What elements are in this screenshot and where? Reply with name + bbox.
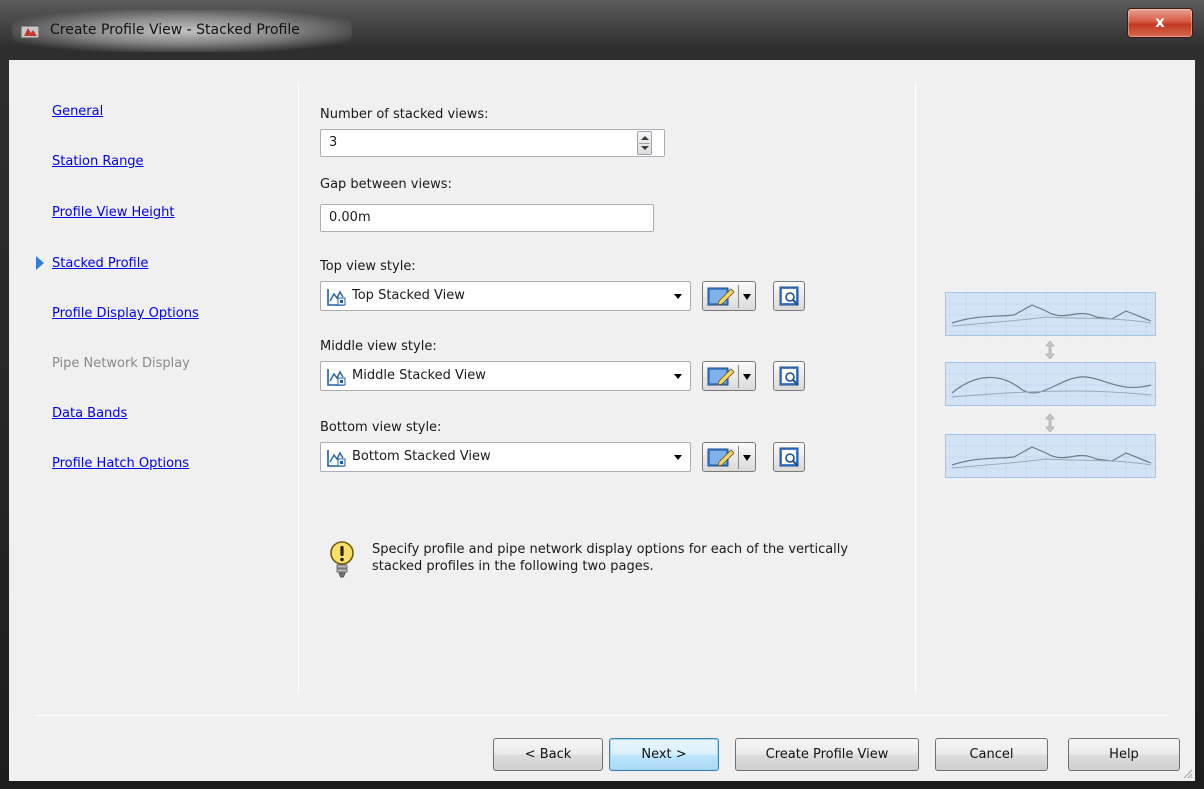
close-button[interactable]: x [1127, 8, 1193, 38]
dialog-window: Create Profile View - Stacked Profile x … [0, 0, 1204, 789]
edit-style-icon [707, 287, 735, 306]
split-separator [738, 446, 739, 469]
gap-input[interactable]: 0.00m [320, 204, 654, 232]
current-page-arrow-icon [36, 256, 44, 270]
nav-item-station-range[interactable]: Station Range [52, 154, 144, 169]
nav-item-profile-hatch-options[interactable]: Profile Hatch Options [52, 456, 189, 471]
create-profile-view-button[interactable]: Create Profile View [735, 738, 919, 771]
chevron-down-icon[interactable] [674, 455, 682, 460]
bottom-style-value: Bottom Stacked View [352, 449, 491, 464]
title-bar[interactable]: Create Profile View - Stacked Profile x [0, 0, 1204, 60]
back-button[interactable]: < Back [493, 738, 603, 771]
stacked-count-spinner[interactable] [637, 131, 652, 155]
nav-separator [298, 82, 299, 694]
bottom-style-label: Bottom view style: [320, 420, 442, 435]
edit-style-icon [707, 367, 735, 386]
help-button[interactable]: Help [1068, 738, 1180, 771]
chevron-down-icon[interactable] [743, 374, 751, 380]
tip-text: Specify profile and pipe network display… [372, 542, 849, 574]
bottom-view-preview [945, 434, 1157, 479]
chevron-down-icon[interactable] [674, 374, 682, 379]
chevron-down-icon[interactable] [674, 294, 682, 299]
middle-style-select[interactable]: Middle Stacked View [320, 361, 691, 391]
vertical-arrows-icon [1045, 341, 1055, 359]
nav-item-general[interactable]: General [52, 104, 103, 119]
profile-preview-graphic [946, 293, 1157, 337]
lightbulb-icon [330, 541, 354, 578]
stacked-count-input[interactable]: 3 [320, 129, 665, 157]
top-style-select[interactable]: Top Stacked View [320, 281, 691, 311]
bottom-style-edit-button[interactable] [702, 442, 756, 472]
middle-style-details-button[interactable] [773, 361, 805, 391]
resize-grip-icon[interactable] [1181, 767, 1193, 779]
cancel-button[interactable]: Cancel [935, 738, 1048, 771]
profile-view-style-icon [327, 369, 346, 386]
top-style-label: Top view style: [320, 259, 416, 274]
top-style-edit-button[interactable] [702, 281, 756, 311]
top-view-preview [945, 292, 1157, 337]
profile-view-style-icon [327, 450, 346, 467]
bottom-style-details-button[interactable] [773, 442, 805, 472]
gap-label: Gap between views: [320, 177, 452, 192]
middle-style-edit-button[interactable] [702, 361, 756, 391]
nav-item-data-bands[interactable]: Data Bands [52, 406, 127, 421]
chevron-down-icon[interactable] [743, 455, 751, 461]
preview-details-icon [779, 366, 799, 386]
preview-separator [915, 82, 916, 694]
wizard-nav: General Station Range Profile View Heigh… [9, 60, 299, 700]
vertical-arrows-icon [1045, 414, 1055, 432]
dialog-client-area: General Station Range Profile View Heigh… [9, 60, 1195, 781]
middle-style-label: Middle view style: [320, 339, 437, 354]
nav-item-profile-display-options[interactable]: Profile Display Options [52, 306, 199, 321]
preview-details-icon [779, 286, 799, 306]
bottom-style-select[interactable]: Bottom Stacked View [320, 442, 691, 472]
preview-details-icon [779, 447, 799, 467]
window-title: Create Profile View - Stacked Profile [50, 22, 300, 38]
top-style-details-button[interactable] [773, 281, 805, 311]
footer-separator [35, 715, 1169, 716]
spin-up-icon[interactable] [641, 136, 649, 140]
split-separator [738, 365, 739, 388]
chevron-down-icon[interactable] [743, 294, 751, 300]
spinner-divider [639, 143, 650, 144]
middle-style-value: Middle Stacked View [352, 368, 486, 383]
top-style-value: Top Stacked View [352, 288, 465, 303]
stacked-count-label: Number of stacked views: [320, 107, 489, 122]
spin-down-icon[interactable] [641, 146, 649, 150]
profile-preview-graphic [946, 435, 1157, 479]
profile-view-style-icon [327, 289, 346, 306]
nav-item-pipe-network-display: Pipe Network Display [52, 356, 190, 371]
middle-view-preview [945, 362, 1157, 407]
nav-item-stacked-profile[interactable]: Stacked Profile [52, 256, 148, 271]
split-separator [738, 285, 739, 308]
edit-style-icon [707, 448, 735, 467]
nav-item-profile-view-height[interactable]: Profile View Height [52, 205, 175, 220]
next-button[interactable]: Next > [609, 738, 719, 771]
civil3d-app-icon [21, 25, 39, 39]
profile-preview-graphic [946, 363, 1157, 407]
